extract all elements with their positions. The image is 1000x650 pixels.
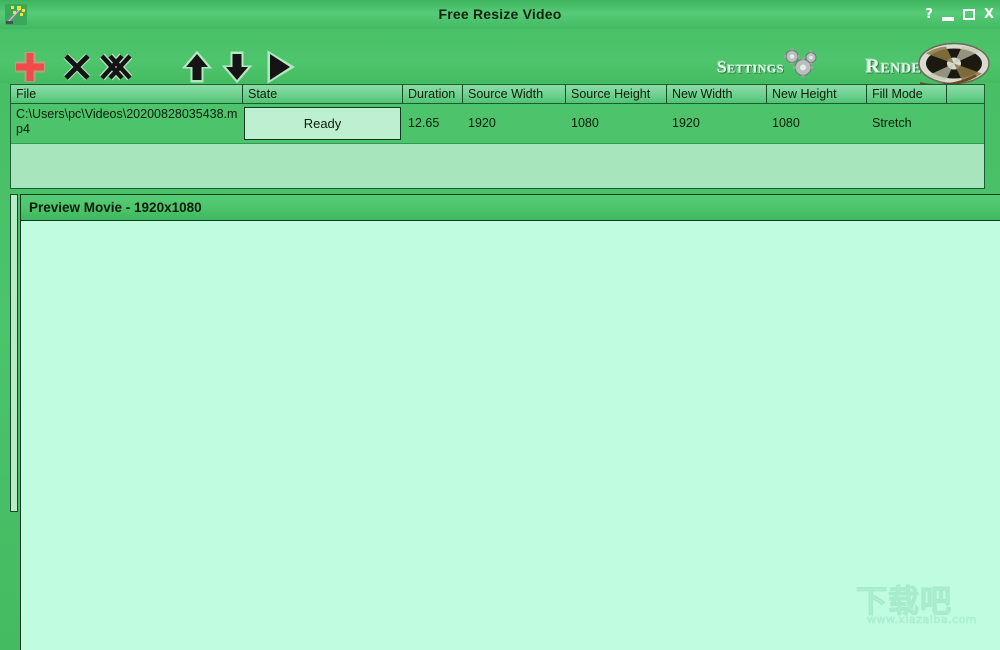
column-header-blank[interactable] [947,85,984,103]
settings-button[interactable]: Settings [717,46,818,89]
cell-new-height[interactable]: 1080 [767,104,867,143]
cell-state-wrapper: Ready [243,104,403,143]
cell-source-width: 1920 [468,116,496,130]
window-title: Free Resize Video [438,6,562,22]
column-header-fill-mode[interactable]: Fill Mode [867,85,947,103]
preview-panel: Preview Movie - 1920x1080 [20,194,1000,650]
move-up-button[interactable] [180,50,214,84]
cell-blank [947,104,984,143]
column-header-source-height[interactable]: Source Height [566,85,667,103]
table-row[interactable]: C:\Users\pc\Videos\20200828035438.mp4 Re… [11,104,984,144]
preview-vertical-scrollbar[interactable] [10,194,18,512]
file-list-header: File State Duration Source Width Source … [11,85,984,104]
play-button[interactable] [262,50,296,84]
app-window: Free Resize Video ? X Settings Render Fi… [0,0,1000,650]
add-file-button[interactable] [10,47,50,87]
settings-label: Settings [717,57,784,76]
remove-file-button[interactable] [60,50,94,84]
close-button[interactable]: X [984,8,994,21]
preview-canvas[interactable] [21,221,1000,650]
title-bar: Free Resize Video ? X [0,0,1000,30]
gear-icon [778,46,818,89]
column-header-file[interactable]: File [11,85,243,103]
column-header-duration[interactable]: Duration [403,85,463,103]
remove-all-files-button[interactable] [98,50,133,84]
move-down-button[interactable] [220,50,254,84]
column-header-source-width[interactable]: Source Width [463,85,566,103]
help-button[interactable]: ? [925,8,933,21]
cell-source-height: 1080 [571,116,599,130]
maximize-button[interactable] [962,9,975,20]
cell-file: C:\Users\pc\Videos\20200828035438.mp4 [16,107,238,136]
column-header-new-width[interactable]: New Width [667,85,767,103]
window-controls: ? X [925,0,994,29]
column-header-new-height[interactable]: New Height [767,85,867,103]
cell-duration: 12.65 [408,116,440,130]
minimize-button[interactable] [941,16,954,21]
column-header-state[interactable]: State [243,85,403,103]
preview-title: Preview Movie - 1920x1080 [21,195,1000,221]
toolbar: Settings Render [0,29,1000,87]
cell-fill-mode[interactable]: Stretch [867,104,947,143]
cell-new-width[interactable]: 1920 [667,104,767,143]
file-list[interactable]: File State Duration Source Width Source … [10,84,985,189]
status-badge[interactable]: Ready [244,107,401,140]
